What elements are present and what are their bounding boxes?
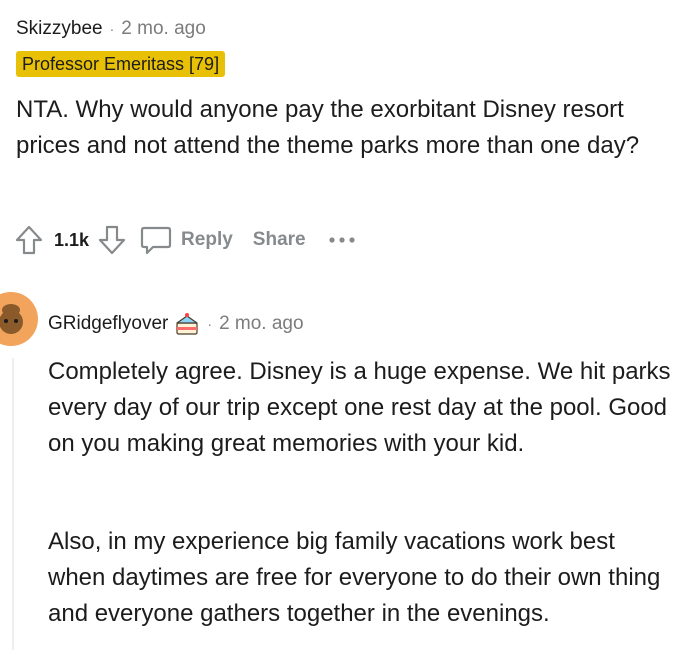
reply-paragraph-2: Also, in my experience big family vacati… (48, 528, 661, 627)
comment-meta: Skizzybee · 2 mo. ago (16, 17, 206, 41)
user-flair: Professor Emeritass [79] (16, 51, 226, 77)
reply-paragraph-1: Completely agree. Disney is a huge expen… (48, 358, 671, 457)
vote-count: 1.1k (54, 229, 90, 250)
downvote-arrow-icon[interactable] (95, 222, 129, 258)
more-options-icon[interactable] (328, 225, 356, 255)
comment-timestamp[interactable]: 2 mo. ago (121, 18, 206, 40)
cake-day-icon (174, 311, 200, 337)
share-button[interactable]: Share (253, 229, 306, 251)
reply-username[interactable]: GRidgeflyover (48, 313, 168, 335)
meta-separator: · (109, 21, 115, 37)
reply-button[interactable]: Reply (139, 222, 233, 258)
avatar[interactable] (0, 292, 38, 346)
thread-line[interactable] (12, 358, 14, 650)
comment-actions: 1.1k Reply Share (12, 220, 356, 260)
meta-separator: · (207, 316, 213, 332)
upvote-arrow-icon[interactable] (12, 222, 46, 258)
reply-timestamp[interactable]: 2 mo. ago (219, 313, 304, 335)
comment-body: NTA. Why would anyone pay the exorbitant… (16, 96, 640, 159)
speech-bubble-icon (139, 222, 173, 258)
reply-meta: GRidgeflyover · 2 mo. ago (48, 310, 304, 338)
comment-username[interactable]: Skizzybee (16, 18, 103, 40)
reply-label: Reply (181, 229, 233, 250)
